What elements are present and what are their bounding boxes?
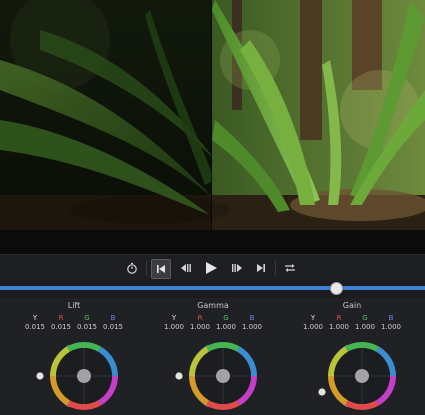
value-b[interactable]: 1.000	[239, 323, 265, 331]
channel-label-b: B	[249, 314, 255, 322]
value-r[interactable]: 1.000	[326, 323, 352, 331]
channel-label-y: Y	[310, 314, 316, 322]
lift-wheel-group: Lift Y R G B 0.015 0.015 0.015 0.015	[4, 298, 144, 415]
split-view-before	[0, 0, 212, 230]
wheel-title: Lift	[67, 301, 81, 310]
wheel-title: Gain	[342, 301, 362, 310]
value-g[interactable]: 0.015	[74, 323, 100, 331]
wheel-title: Gamma	[197, 301, 229, 310]
transport-separator	[146, 261, 147, 275]
timer-icon[interactable]	[123, 259, 141, 277]
value-b[interactable]: 0.015	[100, 323, 126, 331]
color-wheels-panel: Lift Y R G B 0.015 0.015 0.015 0.015 Gam…	[0, 298, 425, 415]
value-b[interactable]: 1.000	[378, 323, 404, 331]
channel-label-r: R	[197, 314, 203, 322]
value-g[interactable]: 1.000	[352, 323, 378, 331]
channel-label-y: Y	[32, 314, 38, 322]
channel-values: 1.000 1.000 1.000 1.000	[282, 323, 422, 331]
split-view-divider[interactable]	[211, 0, 212, 230]
value-r[interactable]: 0.015	[48, 323, 74, 331]
timeline-scrubber[interactable]	[0, 280, 425, 298]
viewer-letterbox	[0, 230, 425, 254]
step-forward-icon[interactable]	[228, 259, 246, 277]
video-viewer[interactable]	[0, 0, 425, 230]
channel-labels: Y R G B	[143, 314, 283, 322]
wheel-puck[interactable]	[77, 369, 91, 383]
play-icon[interactable]	[202, 259, 220, 277]
value-r[interactable]: 1.000	[187, 323, 213, 331]
channel-values: 0.015 0.015 0.015 0.015	[4, 323, 144, 331]
value-y[interactable]: 0.015	[22, 323, 48, 331]
channel-label-g: G	[362, 314, 368, 322]
luma-handle[interactable]	[318, 388, 326, 396]
value-y[interactable]: 1.000	[161, 323, 187, 331]
value-y[interactable]: 1.000	[300, 323, 326, 331]
channel-label-b: B	[388, 314, 394, 322]
gamma-color-wheel[interactable]	[173, 337, 273, 415]
go-to-start-icon[interactable]	[151, 259, 171, 279]
gain-color-wheel[interactable]	[312, 337, 412, 415]
value-g[interactable]: 1.000	[213, 323, 239, 331]
gamma-wheel-group: Gamma Y R G B 1.000 1.000 1.000 1.000	[143, 298, 283, 415]
transport-separator	[275, 261, 276, 275]
channel-labels: Y R G B	[4, 314, 144, 322]
gain-wheel-group: Gain Y R G B 1.000 1.000 1.000 1.000	[282, 298, 422, 415]
wheel-puck[interactable]	[216, 369, 230, 383]
channel-labels: Y R G B	[282, 314, 422, 322]
channel-label-g: G	[223, 314, 229, 322]
channel-label-r: R	[58, 314, 64, 322]
luma-handle[interactable]	[36, 372, 44, 380]
playhead-handle[interactable]	[329, 282, 343, 295]
channel-label-y: Y	[171, 314, 177, 322]
luma-handle[interactable]	[175, 372, 183, 380]
channel-label-g: G	[84, 314, 90, 322]
go-to-end-icon[interactable]	[252, 259, 270, 277]
scrubber-track[interactable]	[0, 286, 425, 290]
transport-bar	[0, 254, 425, 281]
wheel-puck[interactable]	[355, 369, 369, 383]
step-back-icon[interactable]	[177, 259, 195, 277]
lift-color-wheel[interactable]	[34, 337, 134, 415]
channel-values: 1.000 1.000 1.000 1.000	[143, 323, 283, 331]
channel-label-b: B	[110, 314, 116, 322]
loop-icon[interactable]	[281, 259, 299, 277]
channel-label-r: R	[336, 314, 342, 322]
